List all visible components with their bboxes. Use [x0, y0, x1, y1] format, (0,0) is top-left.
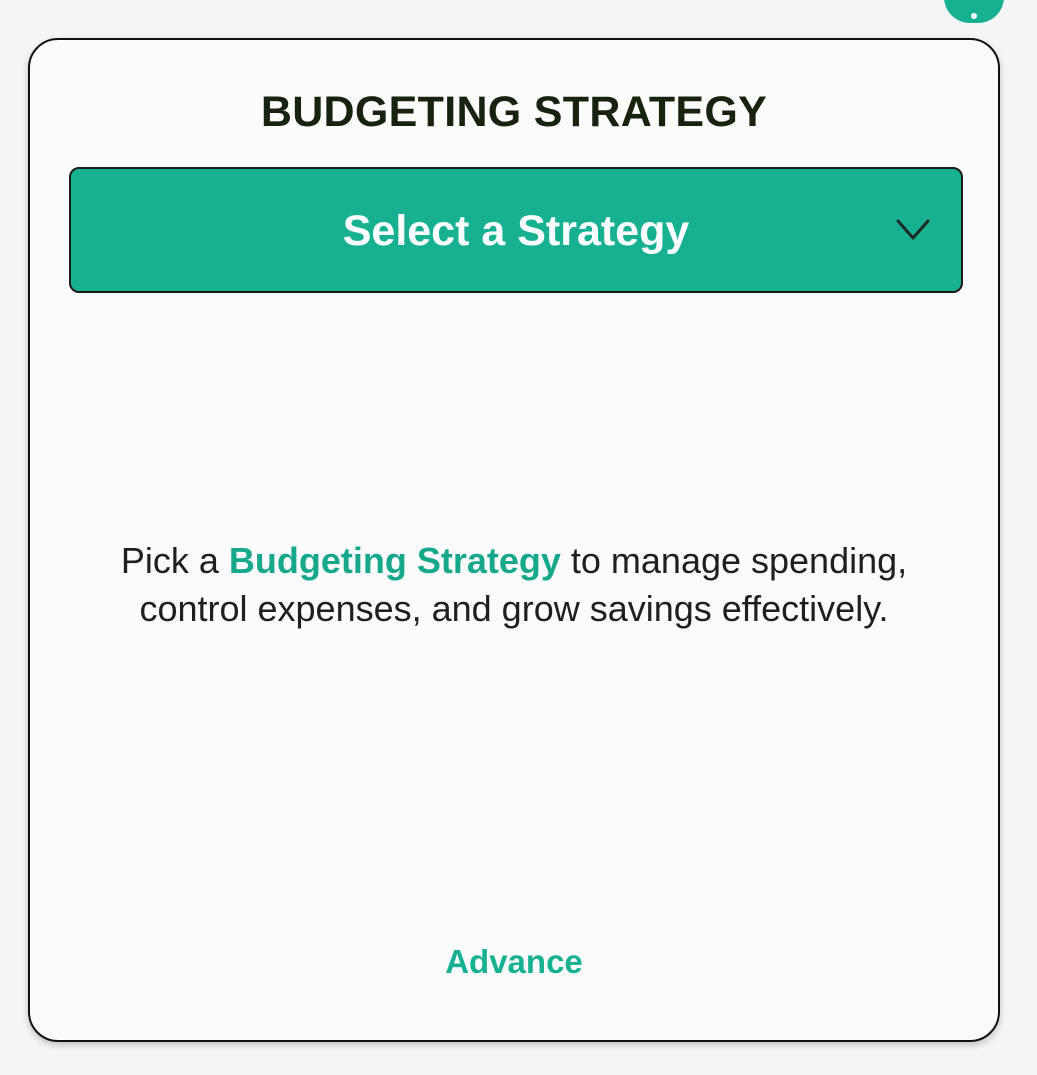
advance-button[interactable]: Advance — [30, 943, 998, 981]
strategy-dropdown[interactable]: Select a Strategy — [69, 167, 963, 293]
description-prefix: Pick a — [120, 540, 229, 581]
more-options-button[interactable] — [944, 0, 1004, 23]
description-highlight: Budgeting Strategy — [228, 540, 561, 581]
budgeting-strategy-card: BUDGETING STRATEGY Select a Strategy Pic… — [28, 38, 1000, 1042]
chevron-down-icon — [896, 219, 930, 240]
more-vertical-icon — [971, 13, 977, 19]
card-title: BUDGETING STRATEGY — [260, 88, 768, 136]
strategy-description: Pick a Budgeting Strategy to manage spen… — [90, 537, 938, 633]
strategy-dropdown-label: Select a Strategy — [342, 207, 690, 255]
